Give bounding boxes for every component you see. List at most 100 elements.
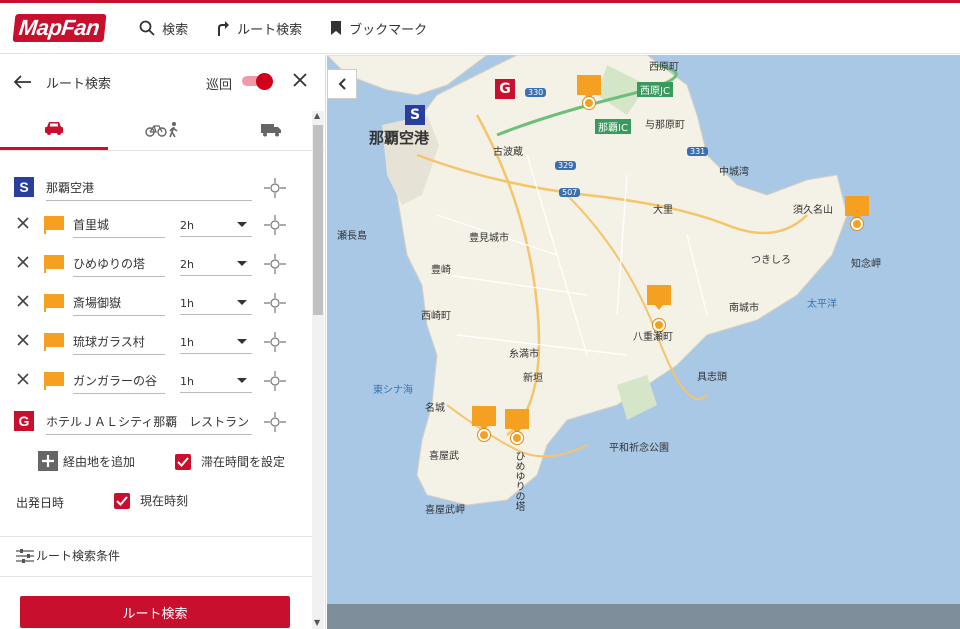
checkbox-checked-icon bbox=[114, 492, 130, 509]
remove-icon[interactable] bbox=[17, 295, 29, 307]
waypoint-spot-icon bbox=[478, 429, 490, 441]
duration-select[interactable]: 1h bbox=[180, 297, 252, 315]
chevron-down-icon bbox=[237, 222, 247, 227]
bicycle-icon bbox=[145, 124, 168, 137]
start-badge: S bbox=[14, 177, 34, 197]
truck-icon bbox=[260, 123, 281, 136]
route-search-button[interactable]: ルート検索 bbox=[20, 596, 290, 628]
road-shield: 330 bbox=[525, 88, 547, 97]
scroll-thumb[interactable] bbox=[313, 125, 323, 315]
current-time-checkbox[interactable]: 現在時刻 bbox=[114, 492, 188, 509]
map-label: 南城市 bbox=[729, 303, 759, 314]
map-label: 八重瀬町 bbox=[633, 332, 673, 343]
departure-label: 出発日時 bbox=[16, 496, 65, 510]
route-conditions-label: ルート検索条件 bbox=[36, 549, 121, 563]
bookmark-icon bbox=[331, 21, 342, 35]
waypoint-marker[interactable] bbox=[505, 409, 529, 434]
collapse-panel-button[interactable] bbox=[327, 69, 357, 99]
locate-icon[interactable] bbox=[264, 215, 286, 235]
start-marker[interactable]: S bbox=[405, 105, 425, 125]
stay-time-checkbox[interactable]: 滞在時間を設定 bbox=[175, 453, 285, 470]
waypoint-name[interactable]: 首里城 bbox=[73, 216, 165, 238]
map-label-airport: 那覇空港 bbox=[369, 129, 430, 147]
map-label: 具志頭 bbox=[697, 372, 727, 383]
map-view[interactable]: S G 330 329 331 507 西原JC 那覇IC 那覇空港 西原町 与… bbox=[327, 55, 960, 629]
tab-car[interactable] bbox=[0, 109, 109, 150]
waypoint-name[interactable]: 琉球ガラス村 bbox=[73, 333, 165, 355]
chevron-left-icon bbox=[338, 78, 346, 90]
scroll-up-arrow[interactable]: ▲ bbox=[314, 111, 320, 120]
route-panel: ルート検索 巡回 ▲ ▼ S 那覇空港 首里城 2h ひめゆりの塔 2h 斎場御… bbox=[0, 55, 326, 629]
remove-icon[interactable] bbox=[17, 334, 29, 346]
add-waypoint-button[interactable]: 経由地を追加 bbox=[38, 451, 135, 471]
panel-scrollbar[interactable]: ▲ ▼ bbox=[312, 111, 324, 629]
waypoint-marker[interactable] bbox=[647, 285, 671, 310]
chevron-down-icon bbox=[237, 300, 247, 305]
chevron-down-icon bbox=[237, 261, 247, 266]
duration-select[interactable]: 2h bbox=[180, 219, 252, 237]
remove-icon[interactable] bbox=[17, 217, 29, 229]
remove-icon[interactable] bbox=[17, 373, 29, 385]
waypoint-marker[interactable] bbox=[577, 75, 601, 100]
locate-icon[interactable] bbox=[264, 293, 286, 313]
mapfan-logo[interactable]: MapFan bbox=[12, 14, 107, 42]
car-icon bbox=[45, 122, 64, 135]
route-conditions-toggle[interactable]: ルート検索条件 bbox=[16, 547, 120, 564]
plus-icon bbox=[38, 451, 58, 471]
tab-bicycle-walk[interactable] bbox=[108, 109, 216, 150]
remove-icon[interactable] bbox=[17, 256, 29, 268]
waypoint-marker[interactable] bbox=[472, 406, 496, 431]
locate-icon[interactable] bbox=[264, 371, 286, 391]
locate-icon[interactable] bbox=[264, 178, 286, 198]
waypoint-name[interactable]: 斎場御嶽 bbox=[73, 294, 165, 316]
panel-title: ルート検索 bbox=[46, 76, 112, 92]
locate-icon[interactable] bbox=[264, 412, 286, 432]
locate-icon[interactable] bbox=[264, 332, 286, 352]
map-label: 古波蔵 bbox=[493, 147, 523, 158]
interchange-label: 西原JC bbox=[637, 82, 673, 97]
map-label: 喜屋武 bbox=[429, 451, 459, 462]
scroll-down-arrow[interactable]: ▼ bbox=[314, 618, 320, 627]
map-label: 大里 bbox=[653, 205, 673, 216]
nav-route[interactable]: ルート検索 bbox=[216, 19, 302, 38]
nav-search[interactable]: 検索 bbox=[139, 19, 188, 38]
top-bar: MapFan 検索 ルート検索 ブックマーク bbox=[0, 0, 960, 54]
locate-icon[interactable] bbox=[264, 254, 286, 274]
duration-value: 1h bbox=[180, 297, 194, 310]
duration-value: 1h bbox=[180, 375, 194, 388]
tab-truck[interactable] bbox=[217, 109, 325, 150]
loop-toggle[interactable] bbox=[242, 73, 274, 90]
chevron-down-icon bbox=[237, 339, 247, 344]
duration-select[interactable]: 2h bbox=[180, 258, 252, 276]
map-label: 与那原町 bbox=[645, 120, 685, 131]
map-label: 喜屋武岬 bbox=[425, 505, 465, 516]
waypoint-name[interactable]: ひめゆりの塔 bbox=[73, 255, 165, 277]
map-label: 知念岬 bbox=[851, 259, 881, 270]
map-label-sea: 東シナ海 bbox=[373, 385, 413, 396]
waypoint-marker[interactable] bbox=[845, 196, 869, 221]
goal-category: レストラン bbox=[189, 415, 250, 429]
add-waypoint-label: 経由地を追加 bbox=[63, 454, 136, 469]
back-arrow-icon[interactable] bbox=[14, 75, 32, 89]
waypoint-row: 斎場御嶽 1h bbox=[0, 288, 310, 318]
route-icon bbox=[218, 21, 230, 36]
waypoint-row: ガンガラーの谷 1h bbox=[0, 366, 310, 396]
divider bbox=[0, 576, 312, 577]
duration-value: 2h bbox=[180, 258, 194, 271]
duration-select[interactable]: 1h bbox=[180, 375, 252, 393]
stay-time-label: 滞在時間を設定 bbox=[201, 455, 286, 469]
waypoint-name[interactable]: ガンガラーの谷 bbox=[73, 372, 165, 394]
duration-select[interactable]: 1h bbox=[180, 336, 252, 354]
goal-marker[interactable]: G bbox=[495, 79, 515, 99]
close-icon[interactable] bbox=[292, 72, 308, 88]
start-name[interactable]: 那覇空港 bbox=[46, 179, 252, 201]
road-shield: 507 bbox=[559, 188, 581, 197]
waypoint-flag-icon bbox=[44, 333, 64, 351]
walk-icon bbox=[169, 121, 178, 137]
map-label: ひめゆりの塔 bbox=[513, 451, 524, 511]
nav-bookmark[interactable]: ブックマーク bbox=[330, 19, 427, 38]
nav-bookmark-label: ブックマーク bbox=[349, 22, 428, 38]
map-label: 名城 bbox=[425, 403, 445, 414]
goal-name-field[interactable]: ホテルＪＡＬシティ那覇 レストラン bbox=[46, 413, 252, 435]
goal-name: ホテルＪＡＬシティ那覇 bbox=[46, 415, 178, 429]
